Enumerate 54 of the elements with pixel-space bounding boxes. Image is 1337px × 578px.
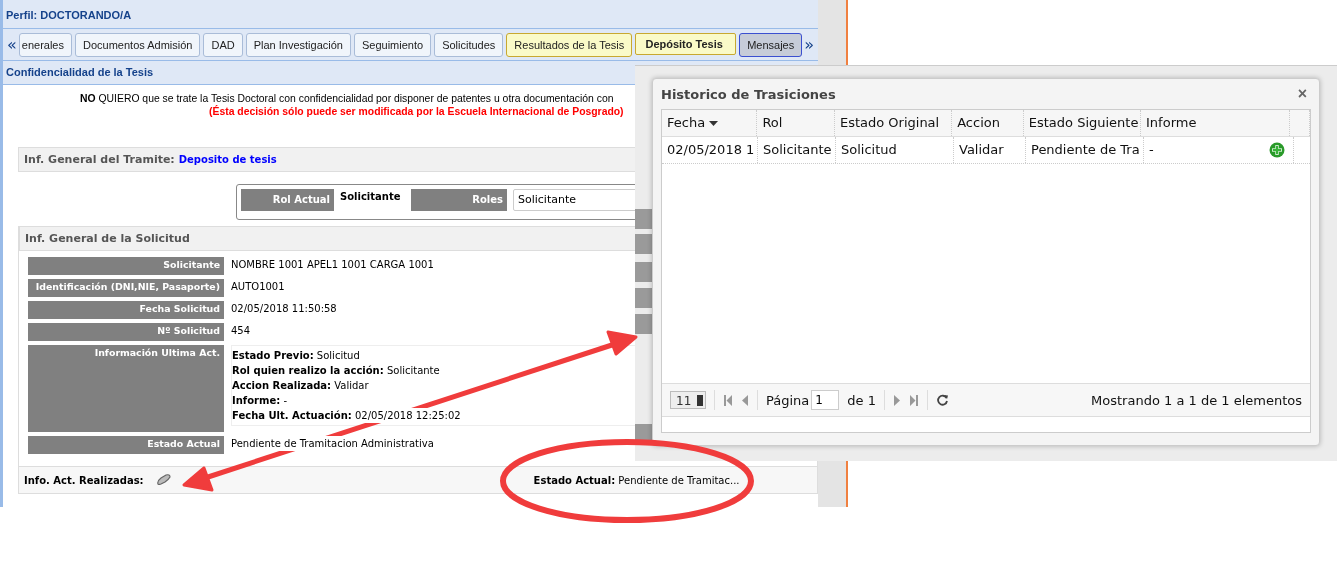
column-header[interactable]: Fecha [662, 110, 758, 136]
field-label: Estado Actual [28, 436, 224, 454]
field-label: Solicitante [28, 257, 224, 275]
last-page-icon[interactable] [908, 394, 919, 406]
tab[interactable]: Mensajes [739, 32, 803, 57]
table-cell-text: Pendiente de Tra [1031, 141, 1140, 159]
page-count: de 1 [847, 392, 876, 408]
tab[interactable]: Depósito Tesis [635, 32, 737, 55]
tab-scroll-left[interactable]: « [5, 35, 19, 54]
tab-scroll-right[interactable]: » [802, 35, 816, 54]
column-header[interactable]: Estado Siguiente [1023, 110, 1142, 136]
field-value: 02/05/2018 11:50:58 [231, 301, 337, 316]
next-page-icon[interactable] [892, 394, 901, 406]
field-label: Información Ultima Act. [28, 345, 224, 432]
footer-label: Info. Act. Realizadas: [24, 474, 144, 486]
tab[interactable]: Solicitudes [434, 32, 504, 57]
field-value: Solicitante [340, 190, 402, 202]
field-label: Roles [411, 189, 507, 211]
dialog-title: Historico de Trasiciones [661, 86, 836, 102]
field-value: Pendiente de Tramitacion Administrativa [231, 436, 434, 451]
table-cell-text: 02/05/2018 1 [667, 141, 755, 159]
column-header[interactable]: Rol [757, 110, 835, 136]
paperclip-icon[interactable] [155, 474, 172, 486]
table-cell-text: Solicitud [841, 141, 897, 159]
field-label: Nº Solicitud [28, 323, 224, 341]
panel-title: Inf. General del Tramite: [24, 152, 175, 168]
column-header[interactable]: Accion [952, 110, 1024, 136]
field-label: Rol Actual [241, 189, 334, 211]
add-icon[interactable] [1269, 142, 1285, 158]
page-size-select[interactable]: 11 [670, 391, 706, 409]
tab[interactable]: Plan Investigación [245, 32, 351, 57]
table-cell-text: Solicitante [763, 141, 832, 159]
column-header[interactable]: Estado Original [834, 110, 953, 136]
column-header[interactable]: Informe [1141, 110, 1291, 136]
tab[interactable]: DAD [203, 32, 243, 57]
field-label: Fecha Solicitud [28, 301, 224, 319]
page-label: Página [766, 392, 810, 408]
table-cell-text: - [1149, 141, 1154, 159]
warning-text: (Ésta decisión sólo puede ser modificada por la Escuela Internacional de Posgrado) [209, 105, 624, 118]
previous-page-icon[interactable] [741, 394, 749, 406]
page-input[interactable]: 1 [811, 390, 840, 410]
pager-summary: Mostrando 1 a 1 de 1 elementos [1091, 392, 1302, 408]
statement-text: NO QUIERO que se trate la Tesis Doctoral con confidencialidad por disponer de patentes u otra documentación con [80, 92, 614, 105]
field-label: Identificación (DNI,NIE, Pasaporte) [28, 279, 224, 297]
table-cell-text: Validar [959, 141, 1004, 159]
tab[interactable]: enerales [18, 32, 72, 57]
refresh-icon[interactable] [935, 393, 949, 407]
tab[interactable]: Documentos Admisión [75, 32, 201, 57]
tab[interactable]: Resultados de la Tesis [506, 32, 633, 57]
first-page-icon[interactable] [723, 394, 733, 406]
status-text: Estado Actual: Pendiente de Tramitac... [533, 474, 740, 486]
close-button[interactable]: × [1293, 85, 1311, 103]
tab[interactable]: Seguimiento [353, 32, 432, 57]
profile-bar: Perfil: DOCTORANDO/A [3, 0, 818, 29]
